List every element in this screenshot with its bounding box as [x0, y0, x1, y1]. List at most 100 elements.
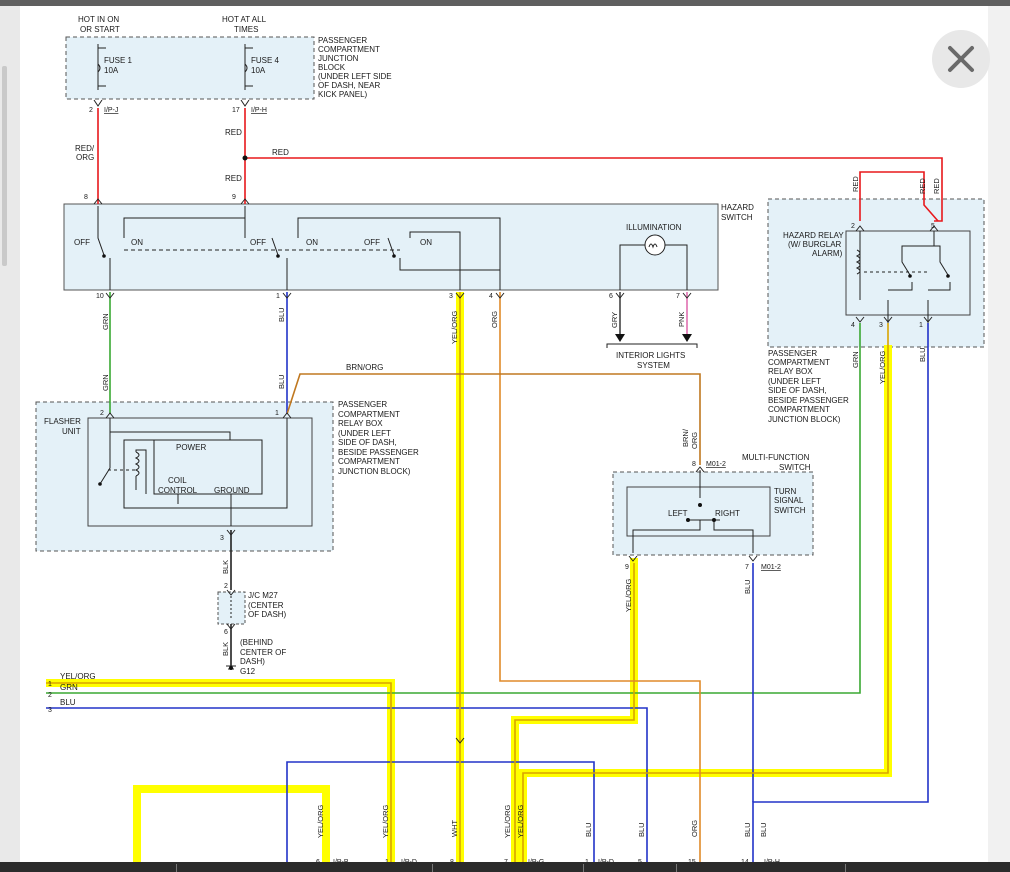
pin-label: 6	[609, 293, 613, 300]
wire-color-label: BLU	[584, 822, 593, 837]
ground-location-label: (BEHIND	[240, 638, 273, 647]
relay-box-left-label: COMPARTMENT	[338, 410, 400, 419]
wire-color-label: YEL/ORG	[516, 804, 525, 838]
multifunction-label: MULTI-FUNCTION	[742, 453, 810, 462]
off-label: OFF	[250, 238, 266, 247]
wire-color-label: GRN	[60, 683, 78, 692]
power-label: POWER	[176, 443, 206, 452]
toolbar-divider	[845, 864, 846, 872]
wiring-diagram-page: HOT IN ON OR START HOT AT ALL TIMES FUSE…	[20, 6, 988, 866]
wire-color-label: RED	[932, 178, 941, 194]
hot-at-all-label: HOT AT ALL	[222, 15, 267, 24]
row-number: 2	[48, 692, 52, 699]
wire-color-label: BLU	[277, 307, 286, 322]
wire-color-label: YEL/ORG	[878, 350, 887, 384]
relay-box-right-label: COMPARTMENT	[768, 358, 830, 367]
close-icon	[948, 46, 974, 72]
jc-label: OF DASH)	[248, 610, 287, 619]
toolbar-divider	[583, 864, 584, 872]
wire-color-label: YEL/ORG	[381, 804, 390, 838]
boxes	[35, 36, 985, 625]
right-label: RIGHT	[715, 509, 740, 518]
jc-label: (CENTER	[248, 601, 284, 610]
pin-label: 2	[89, 107, 93, 114]
toolbar-divider	[432, 864, 433, 872]
relay-box-right-label: JUNCTION BLOCK)	[768, 415, 841, 424]
relay-box-left-label: BESIDE PASSENGER	[338, 448, 419, 457]
hazard-relay-inner-box	[845, 230, 971, 316]
multifunction-label: SWITCH	[779, 463, 811, 472]
yel-org-wire-turn	[514, 563, 635, 866]
wire-color-label: BLU	[918, 347, 927, 362]
wire-color-label: RED	[225, 128, 242, 137]
ground-id-label: G12	[240, 667, 256, 676]
pin-label: 9	[625, 564, 629, 571]
pin-label: 3	[449, 293, 453, 300]
bottom-toolbar	[0, 862, 1010, 872]
pin-label: 1	[919, 322, 923, 329]
wire-color-label: BLU	[743, 579, 752, 594]
times-label: TIMES	[234, 25, 258, 34]
pcjb-label: BLOCK	[318, 63, 346, 72]
wire-color-label: WHT	[450, 820, 459, 837]
connector-label: M01-2	[706, 461, 726, 468]
close-button[interactable]	[932, 30, 990, 88]
off-label: OFF	[74, 238, 90, 247]
pin-label: 9	[232, 194, 236, 201]
pin-label: 8	[692, 461, 696, 468]
relay-box-right-label: BESIDE PASSENGER	[768, 396, 849, 405]
wire-color-label: BLU	[277, 374, 286, 389]
ground-label: GROUND	[214, 486, 250, 495]
pcjb-label: (UNDER LEFT SIDE	[318, 72, 392, 81]
fuse4-label: FUSE 4	[251, 56, 280, 65]
wire-color-label: PNK	[677, 312, 686, 327]
wire-color-label: YEL/ORG	[503, 804, 512, 838]
yel-org-wire-bus	[46, 682, 392, 866]
pin-label: 1	[276, 293, 280, 300]
turn-signal-label: SWITCH	[774, 506, 806, 515]
ground-location-label: DASH)	[240, 657, 265, 666]
left-scroll-strip[interactable]	[0, 6, 20, 872]
connector-label: I/P-J	[104, 107, 118, 114]
row-number: 3	[48, 707, 52, 714]
wire-color-label: YEL/ORG	[60, 672, 96, 681]
wiring-diagram: HOT IN ON OR START HOT AT ALL TIMES FUSE…	[35, 15, 985, 866]
relay-box-right-label: (UNDER LEFT	[768, 377, 821, 386]
relay-box-right-label: RELAY BOX	[768, 367, 813, 376]
wire-color-label: BLK	[221, 642, 230, 656]
on-label: ON	[306, 238, 318, 247]
blu-wire-lower	[286, 761, 595, 866]
pin-label: 4	[489, 293, 493, 300]
coil-label: COIL	[168, 476, 187, 485]
control-label: CONTROL	[158, 486, 198, 495]
wire-color-label: RED	[918, 178, 927, 194]
wire-color-label: GRN	[851, 351, 860, 368]
hazard-relay-label: (W/ BURGLAR	[788, 240, 842, 249]
turn-signal-inner-box	[626, 486, 771, 537]
wire-color-label: YEL/ORG	[316, 804, 325, 838]
pin-label: 17	[232, 107, 240, 114]
connector-label: I/P-H	[251, 107, 267, 114]
relay-box-left-label: JUNCTION BLOCK)	[338, 467, 411, 476]
wire-color-label: BLU	[60, 698, 76, 707]
wire-color-label: BLU	[637, 822, 646, 837]
pcjb-label: COMPARTMENT	[318, 45, 380, 54]
interior-lights-label: SYSTEM	[637, 361, 670, 370]
document-viewer: HOT IN ON OR START HOT AT ALL TIMES FUSE…	[0, 0, 1010, 872]
jc-label: J/C M27	[248, 591, 278, 600]
left-label: LEFT	[668, 509, 688, 518]
pin-label: 6	[224, 629, 228, 636]
flasher-label: UNIT	[62, 427, 81, 436]
scrollbar-thumb[interactable]	[2, 66, 7, 266]
on-label: ON	[131, 238, 143, 247]
yellow-highlights	[46, 292, 892, 866]
hazard-relay-label: HAZARD RELAY	[783, 231, 844, 240]
relay-box-right-label: PASSENGER	[768, 349, 817, 358]
on-label: ON	[420, 238, 432, 247]
toolbar-divider	[176, 864, 177, 872]
arrow-down-icon	[682, 334, 692, 342]
relay-box-left-label: RELAY BOX	[338, 419, 383, 428]
fuse4-amp-label: 10A	[251, 66, 266, 75]
relay-box-left-label: PASSENGER	[338, 400, 387, 409]
pcjb-label: OF DASH, NEAR	[318, 81, 380, 90]
